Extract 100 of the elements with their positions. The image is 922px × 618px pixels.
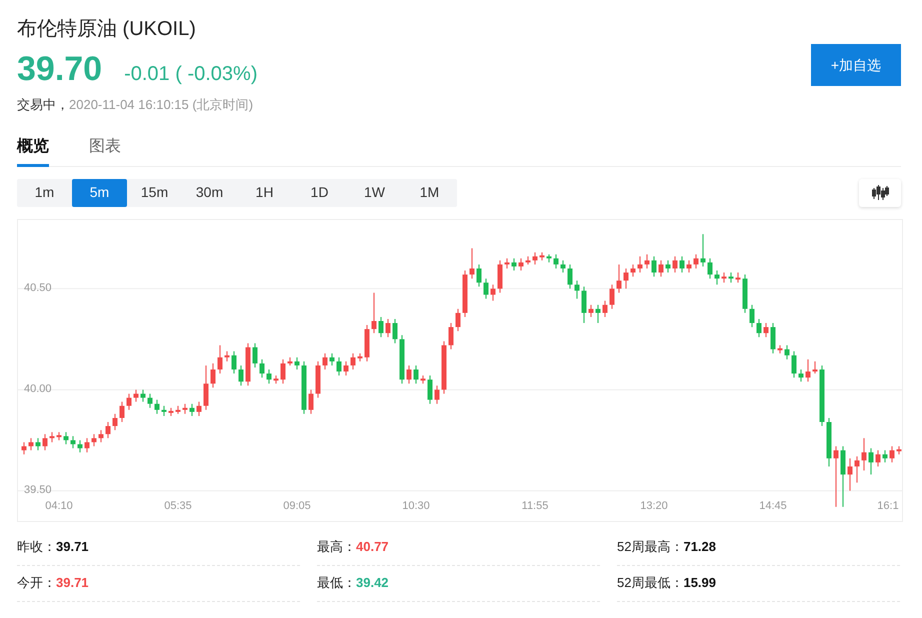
candlestick bbox=[280, 358, 286, 384]
candlestick bbox=[224, 350, 230, 362]
x-axis-label: 16:1 bbox=[877, 500, 899, 512]
candlestick bbox=[610, 284, 614, 309]
candlestick bbox=[854, 455, 860, 483]
candlestick bbox=[602, 300, 608, 317]
candlestick bbox=[876, 449, 880, 466]
candlestick bbox=[812, 360, 818, 374]
candlestick bbox=[372, 292, 376, 334]
instrument-title: 布伦特原油 (UKOIL) bbox=[17, 17, 197, 42]
candlestick bbox=[694, 253, 698, 268]
y-axis-label: 39.50 bbox=[24, 484, 52, 498]
candlestick bbox=[344, 360, 348, 376]
candlestick bbox=[798, 368, 804, 382]
candlestick bbox=[470, 247, 474, 279]
x-axis-label: 04:10 bbox=[45, 500, 73, 512]
candlestick bbox=[22, 441, 26, 454]
add-watchlist-button[interactable]: +加自选 bbox=[811, 44, 901, 86]
candlestick bbox=[736, 272, 740, 283]
candlestick bbox=[36, 437, 40, 450]
stat-label: 今开： bbox=[17, 574, 56, 592]
candlestick bbox=[652, 255, 656, 277]
interval-button[interactable]: 1m bbox=[17, 178, 72, 206]
candlestick bbox=[134, 388, 138, 402]
candlestick bbox=[890, 445, 894, 462]
candlestick bbox=[862, 437, 866, 470]
candlestick bbox=[154, 398, 160, 414]
interval-button[interactable]: 1H bbox=[237, 178, 292, 206]
tab[interactable]: 图表 bbox=[89, 130, 121, 166]
candlestick bbox=[78, 439, 82, 452]
x-axis-label: 10:30 bbox=[402, 500, 430, 512]
candlestick bbox=[120, 400, 124, 422]
candlestick bbox=[218, 344, 222, 374]
candlestick bbox=[574, 280, 580, 299]
candlestick bbox=[644, 253, 650, 268]
candlestick bbox=[140, 388, 146, 402]
candlestick bbox=[756, 318, 762, 338]
tab[interactable]: 概览 bbox=[17, 130, 49, 166]
x-axis-label: 14:45 bbox=[759, 500, 787, 512]
candlestick bbox=[330, 352, 334, 366]
timestamp: 2020-11-04 16:10:15 (北京时间) bbox=[69, 96, 254, 114]
candlestick bbox=[512, 257, 516, 271]
candlestick bbox=[680, 255, 684, 273]
interval-button[interactable]: 1D bbox=[292, 178, 347, 206]
candlestick bbox=[532, 251, 538, 264]
candlestick bbox=[106, 421, 110, 438]
candlestick bbox=[112, 412, 118, 430]
interval-button[interactable]: 15m bbox=[127, 178, 182, 206]
price: 39.70 bbox=[17, 49, 102, 89]
candlestick bbox=[764, 322, 768, 338]
candlestick bbox=[266, 368, 272, 384]
candlestick bbox=[708, 257, 712, 279]
interval-button[interactable]: 5m bbox=[72, 178, 127, 206]
stat-value: 39.71 bbox=[56, 574, 89, 592]
stat-label: 52周最高： bbox=[617, 538, 684, 556]
candlestick bbox=[84, 437, 90, 452]
candlestick bbox=[588, 304, 594, 317]
candlestick bbox=[672, 255, 678, 273]
candlestick bbox=[336, 356, 342, 376]
y-axis-label: 40.50 bbox=[24, 282, 52, 296]
stat-value: 39.71 bbox=[56, 538, 89, 556]
candlestick bbox=[560, 259, 566, 273]
candlestick bbox=[868, 447, 874, 475]
x-axis-label: 09:05 bbox=[283, 500, 311, 512]
candlestick bbox=[126, 392, 132, 410]
interval-button[interactable]: 1W bbox=[347, 178, 402, 206]
x-axis-label: 13:20 bbox=[640, 500, 668, 512]
candlestick bbox=[554, 253, 558, 268]
candlestick bbox=[42, 433, 48, 450]
stat-value: 15.99 bbox=[683, 574, 716, 592]
candlestick bbox=[148, 392, 152, 408]
y-axis-label: 40.00 bbox=[24, 383, 52, 396]
candlestick bbox=[750, 304, 754, 328]
stat-label: 52周最低： bbox=[617, 574, 684, 592]
x-axis-label: 11:55 bbox=[522, 500, 548, 512]
candlestick bbox=[64, 431, 68, 444]
candlestick bbox=[434, 384, 440, 404]
candlestick bbox=[568, 263, 572, 289]
stat-label: 最低： bbox=[317, 574, 356, 592]
candlestick bbox=[792, 350, 796, 378]
candlestick bbox=[378, 316, 384, 338]
candlestick bbox=[490, 284, 496, 301]
candlestick bbox=[616, 263, 622, 293]
interval-button[interactable]: 30m bbox=[182, 178, 237, 206]
candlestick bbox=[658, 259, 664, 277]
candlestick bbox=[582, 286, 586, 324]
candlestick bbox=[518, 257, 524, 271]
candlestick bbox=[322, 352, 328, 370]
candlestick-chart-button[interactable] bbox=[859, 178, 901, 206]
candlestick bbox=[504, 257, 510, 268]
candlestick bbox=[232, 350, 236, 374]
interval-button[interactable]: 1M bbox=[402, 178, 457, 206]
candlestick bbox=[806, 358, 810, 382]
price-change: -0.01 ( -0.03%) bbox=[124, 62, 258, 87]
trading-status: 交易中， bbox=[17, 96, 69, 114]
x-axis-label: 05:35 bbox=[164, 500, 192, 512]
candlestick bbox=[252, 342, 258, 368]
candlestick bbox=[596, 304, 600, 324]
candlestick bbox=[414, 364, 418, 384]
candlestick bbox=[686, 259, 692, 273]
